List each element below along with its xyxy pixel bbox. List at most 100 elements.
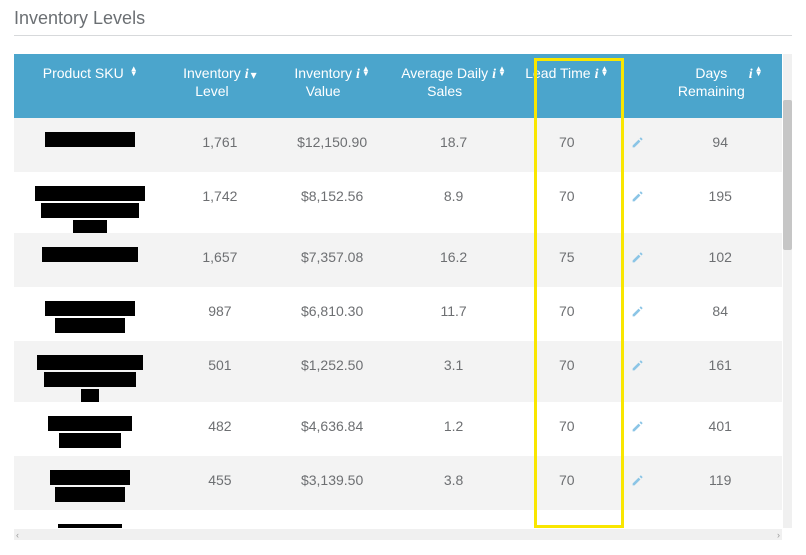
info-icon[interactable]: i [595, 66, 599, 84]
column-header-level[interactable]: InventoryLeveli▾ [166, 54, 273, 118]
cell-level: 1,742 [166, 172, 273, 233]
cell-ads: 3.8 [391, 456, 517, 510]
sort-icon[interactable]: ▲▼ [362, 64, 370, 76]
cell-value: $7,357.08 [273, 233, 390, 287]
vertical-scrollbar-thumb[interactable] [783, 100, 792, 250]
redacted-sku [45, 132, 135, 147]
cell-level: 501 [166, 341, 273, 402]
cell-edit [617, 233, 658, 287]
cell-level: 1,761 [166, 118, 273, 172]
cell-days: 102 [658, 233, 782, 287]
table-row: 987$6,810.3011.770 84 [14, 287, 782, 341]
cell-value: $4,636.84 [273, 402, 390, 456]
table-row: 360$2,196.004.47081 [14, 510, 782, 528]
cell-level: 360 [166, 510, 273, 528]
cell-ads: 11.7 [391, 287, 517, 341]
cell-sku [14, 118, 166, 172]
cell-days: 401 [658, 402, 782, 456]
info-icon[interactable]: i [356, 66, 360, 84]
cell-edit [617, 341, 658, 402]
cell-days: 119 [658, 456, 782, 510]
redacted-sku [81, 389, 99, 402]
column-header-days[interactable]: DaysRemainingi▲▼ [658, 54, 782, 118]
cell-level: 987 [166, 287, 273, 341]
info-icon[interactable]: i [749, 66, 753, 84]
vertical-scrollbar[interactable] [783, 54, 792, 528]
cell-sku [14, 402, 166, 456]
cell-days: 94 [658, 118, 782, 172]
cell-days: 81 [658, 510, 782, 528]
column-header-value[interactable]: InventoryValuei▲▼ [273, 54, 390, 118]
cell-days: 84 [658, 287, 782, 341]
cell-ads: 4.4 [391, 510, 517, 528]
pencil-icon[interactable] [631, 359, 644, 375]
column-header-lead[interactable]: Lead Timei▲▼ [516, 54, 617, 118]
cell-lead: 75 [516, 233, 617, 287]
column-header-label: Product SKU [43, 64, 124, 82]
scroll-left-arrow[interactable]: ‹ [16, 530, 19, 540]
chevron-down-icon[interactable]: ▾ [251, 68, 257, 84]
info-icon[interactable]: i [245, 66, 249, 84]
cell-value: $6,810.30 [273, 287, 390, 341]
cell-ads: 8.9 [391, 172, 517, 233]
cell-ads: 18.7 [391, 118, 517, 172]
column-header-edit[interactable] [617, 54, 658, 118]
cell-days: 195 [658, 172, 782, 233]
pencil-icon[interactable] [631, 136, 644, 152]
cell-edit [617, 456, 658, 510]
cell-ads: 16.2 [391, 233, 517, 287]
redacted-sku [55, 318, 125, 333]
info-icon[interactable]: i [492, 66, 496, 84]
redacted-sku [44, 372, 136, 387]
column-header-sku[interactable]: Product SKU ▲▼ [14, 54, 166, 118]
column-header-label: InventoryLevel [183, 64, 241, 100]
redacted-sku [37, 355, 143, 370]
table-row: 482$4,636.841.270401 [14, 402, 782, 456]
redacted-sku [55, 487, 125, 502]
pencil-icon[interactable] [631, 190, 644, 206]
pencil-icon[interactable] [631, 251, 644, 267]
cell-sku [14, 341, 166, 402]
table-row: 455$3,139.503.870 119 [14, 456, 782, 510]
pencil-icon[interactable] [631, 305, 644, 321]
cell-lead: 70 [516, 456, 617, 510]
cell-edit [617, 510, 658, 528]
scroll-right-arrow[interactable]: › [777, 530, 780, 540]
redacted-sku [41, 203, 139, 218]
cell-sku [14, 233, 166, 287]
column-header-label: DaysRemaining [678, 64, 745, 100]
cell-sku [14, 172, 166, 233]
column-header-label: InventoryValue [294, 64, 352, 100]
pencil-icon[interactable] [631, 420, 644, 436]
cell-sku [14, 456, 166, 510]
pencil-icon[interactable] [631, 474, 644, 490]
table-row: 1,657$7,357.0816.275102 [14, 233, 782, 287]
cell-sku [14, 510, 166, 528]
sort-icon[interactable]: ▲▼ [130, 64, 138, 76]
panel-title: Inventory Levels [14, 6, 792, 36]
sort-icon[interactable]: ▲▼ [600, 64, 608, 76]
table-row: 1,761$12,150.9018.77094 [14, 118, 782, 172]
cell-edit [617, 172, 658, 233]
cell-lead: 70 [516, 118, 617, 172]
table-row: 1,742$8,152.568.970195 [14, 172, 782, 233]
redacted-sku [48, 416, 132, 431]
cell-lead: 70 [516, 402, 617, 456]
sort-icon[interactable]: ▲▼ [498, 64, 506, 76]
cell-value: $8,152.56 [273, 172, 390, 233]
cell-lead: 70 [516, 287, 617, 341]
inventory-table: Product SKU▲▼InventoryLeveli▾InventoryVa… [14, 54, 782, 528]
cell-ads: 3.1 [391, 341, 517, 402]
cell-days: 161 [658, 341, 782, 402]
sort-icon[interactable]: ▲▼ [755, 64, 763, 76]
column-header-label: Average DailySales [401, 64, 488, 100]
cell-value: $2,196.00 [273, 510, 390, 528]
horizontal-scrollbar[interactable]: ‹ › [14, 529, 782, 540]
redacted-sku [73, 220, 107, 233]
redacted-sku [45, 301, 135, 316]
cell-level: 455 [166, 456, 273, 510]
cell-ads: 1.2 [391, 402, 517, 456]
redacted-sku [50, 470, 130, 485]
cell-value: $3,139.50 [273, 456, 390, 510]
column-header-ads[interactable]: Average DailySalesi▲▼ [391, 54, 517, 118]
